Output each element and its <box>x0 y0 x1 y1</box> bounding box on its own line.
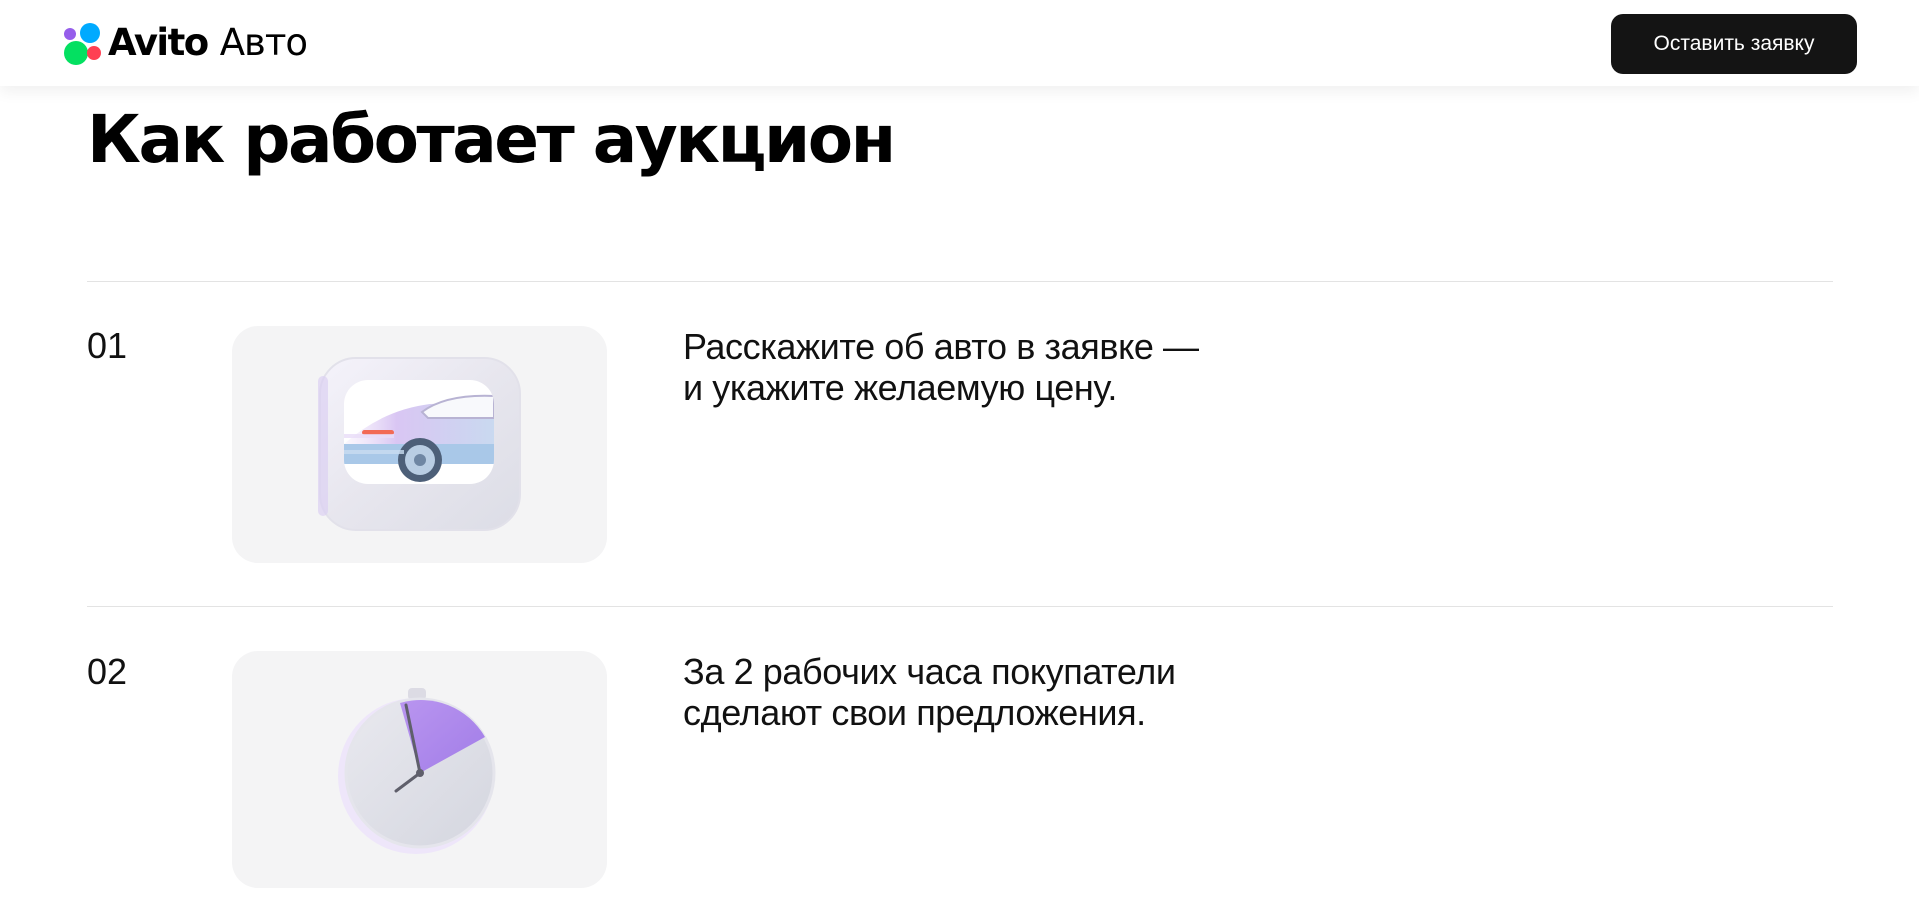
logo-dot-red <box>87 46 101 60</box>
step-description: За 2 рабочих часа покупатели сделают сво… <box>683 651 1243 733</box>
car-in-frame-icon <box>318 357 521 531</box>
logo-brand-text: Avito <box>108 20 209 64</box>
avito-auto-logo[interactable]: Avito Авто <box>62 18 308 66</box>
avito-dots-icon <box>62 20 106 65</box>
submit-request-button[interactable]: Оставить заявку <box>1611 14 1857 74</box>
step-number: 01 <box>87 325 128 366</box>
step-number: 02 <box>87 651 128 692</box>
logo-dot-blue <box>80 23 100 43</box>
logo-dot-green <box>64 41 88 65</box>
logo-suffix-text: Авто <box>219 20 308 64</box>
site-header: Avito Авто Оставить заявку <box>0 0 1919 86</box>
stopwatch-icon <box>338 688 496 854</box>
step-illustration-card <box>232 651 607 888</box>
logo-dot-purple <box>64 28 76 40</box>
page-title: Как работает аукцион <box>87 101 896 178</box>
step-description-line: и укажите желаемую цену. <box>683 367 1118 408</box>
step-description-line: сделают свои предложения. <box>683 692 1146 733</box>
step-description-line: Расскажите об авто в заявке — <box>683 326 1199 367</box>
step-description: Расскажите об авто в заявке — и укажите … <box>683 326 1243 408</box>
section-divider <box>87 281 1833 282</box>
step-illustration-card <box>232 326 607 563</box>
step-description-line: За 2 рабочих часа покупатели <box>683 651 1176 692</box>
section-divider <box>87 606 1833 607</box>
